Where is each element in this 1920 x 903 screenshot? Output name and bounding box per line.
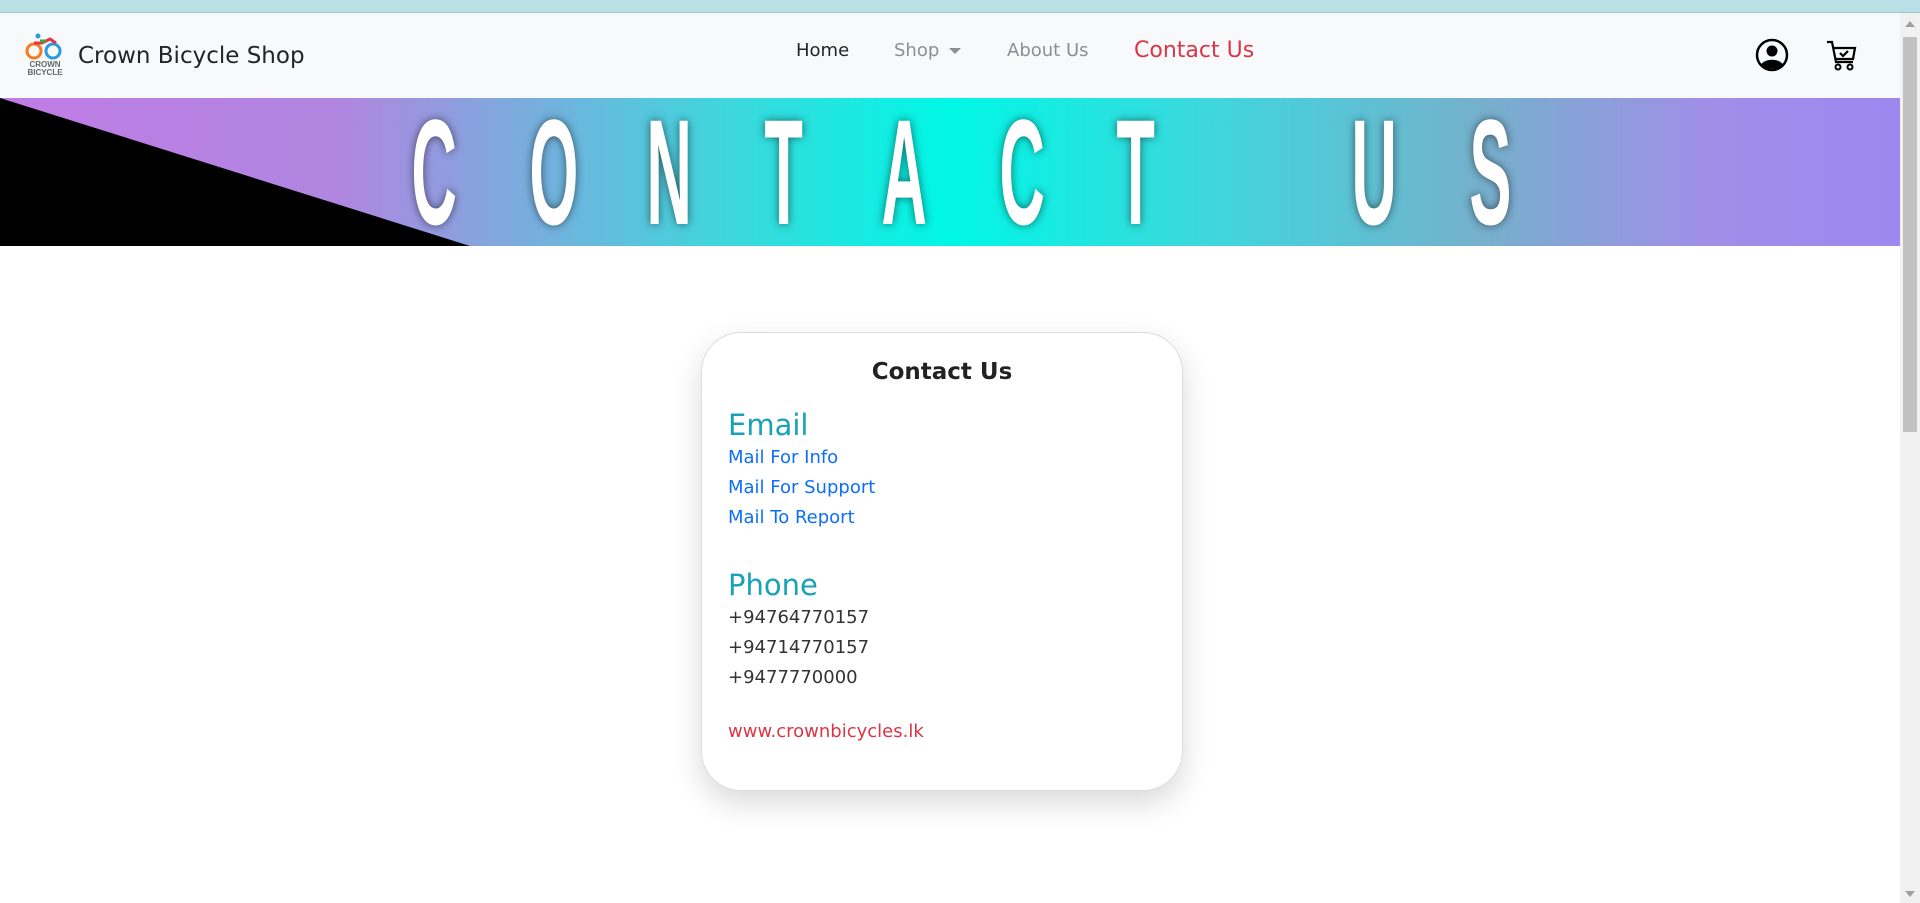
- browser-top-strip: [0, 0, 1920, 13]
- email-heading: Email: [728, 408, 809, 442]
- card-title: Contact Us: [871, 359, 1013, 385]
- phone-list: +94764770157 +94714770157 +9477770000: [728, 603, 1156, 693]
- scrollbar-thumb[interactable]: [1903, 37, 1917, 432]
- user-account-button[interactable]: [1752, 35, 1792, 75]
- banner-letter: S: [1469, 98, 1512, 246]
- page-scrollbar[interactable]: [1900, 13, 1920, 903]
- user-circle-icon: [1755, 38, 1789, 72]
- scroll-up-arrow-icon[interactable]: [1905, 21, 1915, 27]
- banner-letter: T: [1116, 98, 1156, 246]
- scroll-down-arrow-icon[interactable]: [1905, 891, 1915, 897]
- mail-support-link[interactable]: Mail For Support: [728, 473, 1156, 503]
- cart-check-icon: [1827, 40, 1857, 71]
- banner-letter: N: [646, 98, 692, 246]
- nav-home[interactable]: Home: [796, 40, 849, 61]
- logo-icon: CROWN BICYCLE: [24, 31, 66, 81]
- chevron-down-icon: [949, 48, 962, 54]
- contact-banner: C O N T A C T U S: [0, 98, 1900, 246]
- website-link[interactable]: www.crownbicycles.lk: [728, 721, 1156, 742]
- phone-number: +9477770000: [728, 667, 858, 688]
- cart-button[interactable]: [1822, 35, 1862, 75]
- banner-letter: O: [528, 98, 578, 246]
- navbar: CROWN BICYCLE Crown Bicycle Shop Home Sh…: [0, 13, 1900, 98]
- banner-letter: U: [1351, 98, 1398, 246]
- email-links: Mail For Info Mail For Support Mail To R…: [728, 443, 1156, 533]
- banner-letter: A: [881, 98, 928, 246]
- banner-letter: C: [411, 98, 457, 246]
- nav-contact[interactable]: Contact Us: [1134, 38, 1254, 63]
- brand-name: Crown Bicycle Shop: [78, 43, 305, 69]
- brand-link[interactable]: CROWN BICYCLE Crown Bicycle Shop: [24, 31, 305, 81]
- banner-title: C O N T A C T U S: [394, 98, 1512, 246]
- nav-shop-dropdown[interactable]: Shop: [894, 40, 962, 61]
- phone-heading: Phone: [728, 568, 818, 602]
- mail-report-link[interactable]: Mail To Report: [728, 503, 1156, 533]
- mail-info-link[interactable]: Mail For Info: [728, 443, 1156, 473]
- nav-shop-label: Shop: [894, 40, 940, 61]
- svg-text:BICYCLE: BICYCLE: [27, 68, 63, 77]
- banner-letter: C: [999, 98, 1045, 246]
- phone-number: +94764770157: [728, 607, 870, 628]
- banner-letter: T: [764, 98, 803, 246]
- phone-number: +94714770157: [728, 637, 870, 658]
- nav-about[interactable]: About Us: [1007, 40, 1089, 61]
- contact-card: Contact Us Email Mail For Info Mail For …: [701, 332, 1183, 791]
